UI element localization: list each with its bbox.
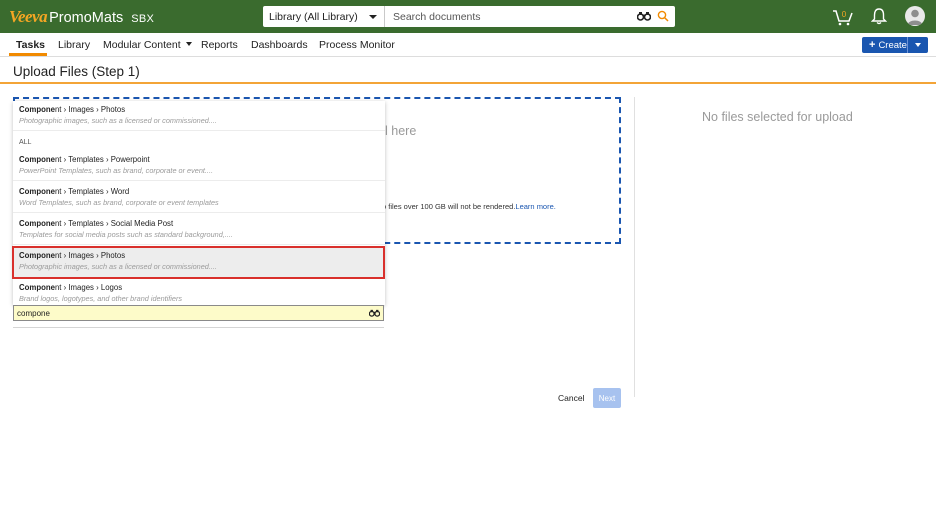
binoculars-icon[interactable] (369, 309, 380, 317)
item-description: PowerPoint Templates, such as brand, cor… (19, 166, 214, 175)
library-select-value: Library (All Library) (269, 10, 358, 23)
list-item[interactable]: Component › Templates › Word Word Templa… (13, 183, 385, 213)
environment-label: SBX (131, 13, 155, 25)
item-path: Component › Images › Photos (19, 251, 125, 260)
tab-process-monitor[interactable]: Process Monitor (319, 39, 395, 51)
active-tab-indicator (9, 53, 47, 56)
item-description: Templates for social media posts such as… (19, 230, 233, 239)
page-title: Upload Files (Step 1) (13, 64, 140, 79)
plus-icon: + (869, 39, 876, 51)
match-text: Compone (19, 105, 55, 114)
item-path: Component › Images › Logos (19, 283, 122, 292)
item-description: Word Templates, such as brand, corporate… (19, 198, 219, 207)
match-text: Compone (19, 155, 55, 164)
user-icon (907, 9, 923, 25)
path-text: nt › Templates › Social Media Post (54, 219, 174, 228)
list-item[interactable]: Component › Templates › Powerpoint Power… (13, 151, 385, 181)
document-type-combobox (13, 305, 384, 321)
field-divider (13, 327, 384, 328)
match-text: Compone (19, 283, 55, 292)
title-divider (0, 82, 936, 84)
logo-app-name: PromoMats (49, 10, 124, 26)
panel-divider (634, 97, 635, 397)
item-path: Component › Images › Photos (19, 105, 125, 114)
chevron-down-icon (369, 15, 377, 19)
path-text: nt › Templates › Powerpoint (54, 155, 150, 164)
cart-icon[interactable]: 0 (832, 7, 854, 26)
section-header: ALL (19, 139, 32, 146)
chevron-down-icon (185, 42, 192, 46)
tab-dashboards[interactable]: Dashboards (251, 39, 308, 51)
path-text: nt › Templates › Word (54, 187, 130, 196)
tab-reports[interactable]: Reports (201, 39, 238, 51)
list-item[interactable]: Component › Templates › Social Media Pos… (13, 215, 385, 245)
app-logo[interactable]: Veeva PromoMats SBX (9, 7, 154, 27)
item-description: Photographic images, such as a licensed … (19, 116, 217, 125)
match-text: Compone (19, 219, 55, 228)
bell-icon[interactable] (871, 7, 887, 25)
search-input[interactable] (385, 6, 675, 27)
match-text: Compone (19, 187, 55, 196)
create-dropdown-button[interactable] (908, 43, 928, 47)
tab-library[interactable]: Library (58, 39, 90, 51)
path-text: nt › Images › Photos (54, 105, 126, 114)
no-files-message: No files selected for upload (702, 110, 853, 124)
chevron-down-icon (915, 43, 921, 47)
path-text: nt › Images › Logos (54, 283, 123, 292)
document-type-input[interactable] (17, 307, 357, 319)
list-item-selected[interactable]: Component › Images › Photos Photographic… (12, 246, 385, 279)
cart-count: 0 (842, 10, 847, 19)
binoculars-icon[interactable] (637, 11, 651, 21)
tab-modular-content[interactable]: Modular Content (103, 39, 192, 51)
item-path: Component › Templates › Word (19, 187, 129, 196)
main-nav: Tasks Library Modular Content Reports Da… (0, 33, 936, 57)
logo-brand: Veeva (9, 7, 48, 26)
create-button[interactable]: + Create (862, 37, 928, 53)
drop-zone-text: l here (385, 124, 417, 138)
create-label: Create (878, 39, 907, 51)
avatar[interactable] (905, 6, 925, 26)
size-limit-note: o files over 100 GB will not be rendered… (382, 202, 556, 211)
create-main-button[interactable]: + Create (862, 37, 908, 53)
item-path: Component › Templates › Social Media Pos… (19, 219, 173, 228)
cancel-button[interactable]: Cancel (558, 393, 584, 403)
next-button[interactable]: Next (593, 388, 621, 408)
match-text: Compone (19, 251, 55, 260)
global-search: Library (All Library) (263, 6, 675, 27)
item-path: Component › Templates › Powerpoint (19, 155, 150, 164)
type-dropdown: Component › Images › Photos Photographic… (12, 101, 385, 305)
top-bar: Veeva PromoMats SBX Library (All Library… (0, 0, 936, 33)
list-item-recent[interactable]: Component › Images › Photos Photographic… (13, 101, 385, 131)
search-icon[interactable] (657, 10, 669, 22)
tab-modular-content-label: Modular Content (103, 39, 181, 51)
item-description: Brand logos, logotypes, and other brand … (19, 294, 183, 303)
learn-more-link[interactable]: Learn more. (515, 202, 555, 211)
tab-tasks[interactable]: Tasks (16, 39, 45, 51)
path-text: nt › Images › Photos (54, 251, 126, 260)
size-limit-text: o files over 100 GB will not be rendered… (382, 202, 516, 211)
item-description: Photographic images, such as a licensed … (19, 262, 217, 271)
library-select[interactable]: Library (All Library) (263, 6, 385, 27)
